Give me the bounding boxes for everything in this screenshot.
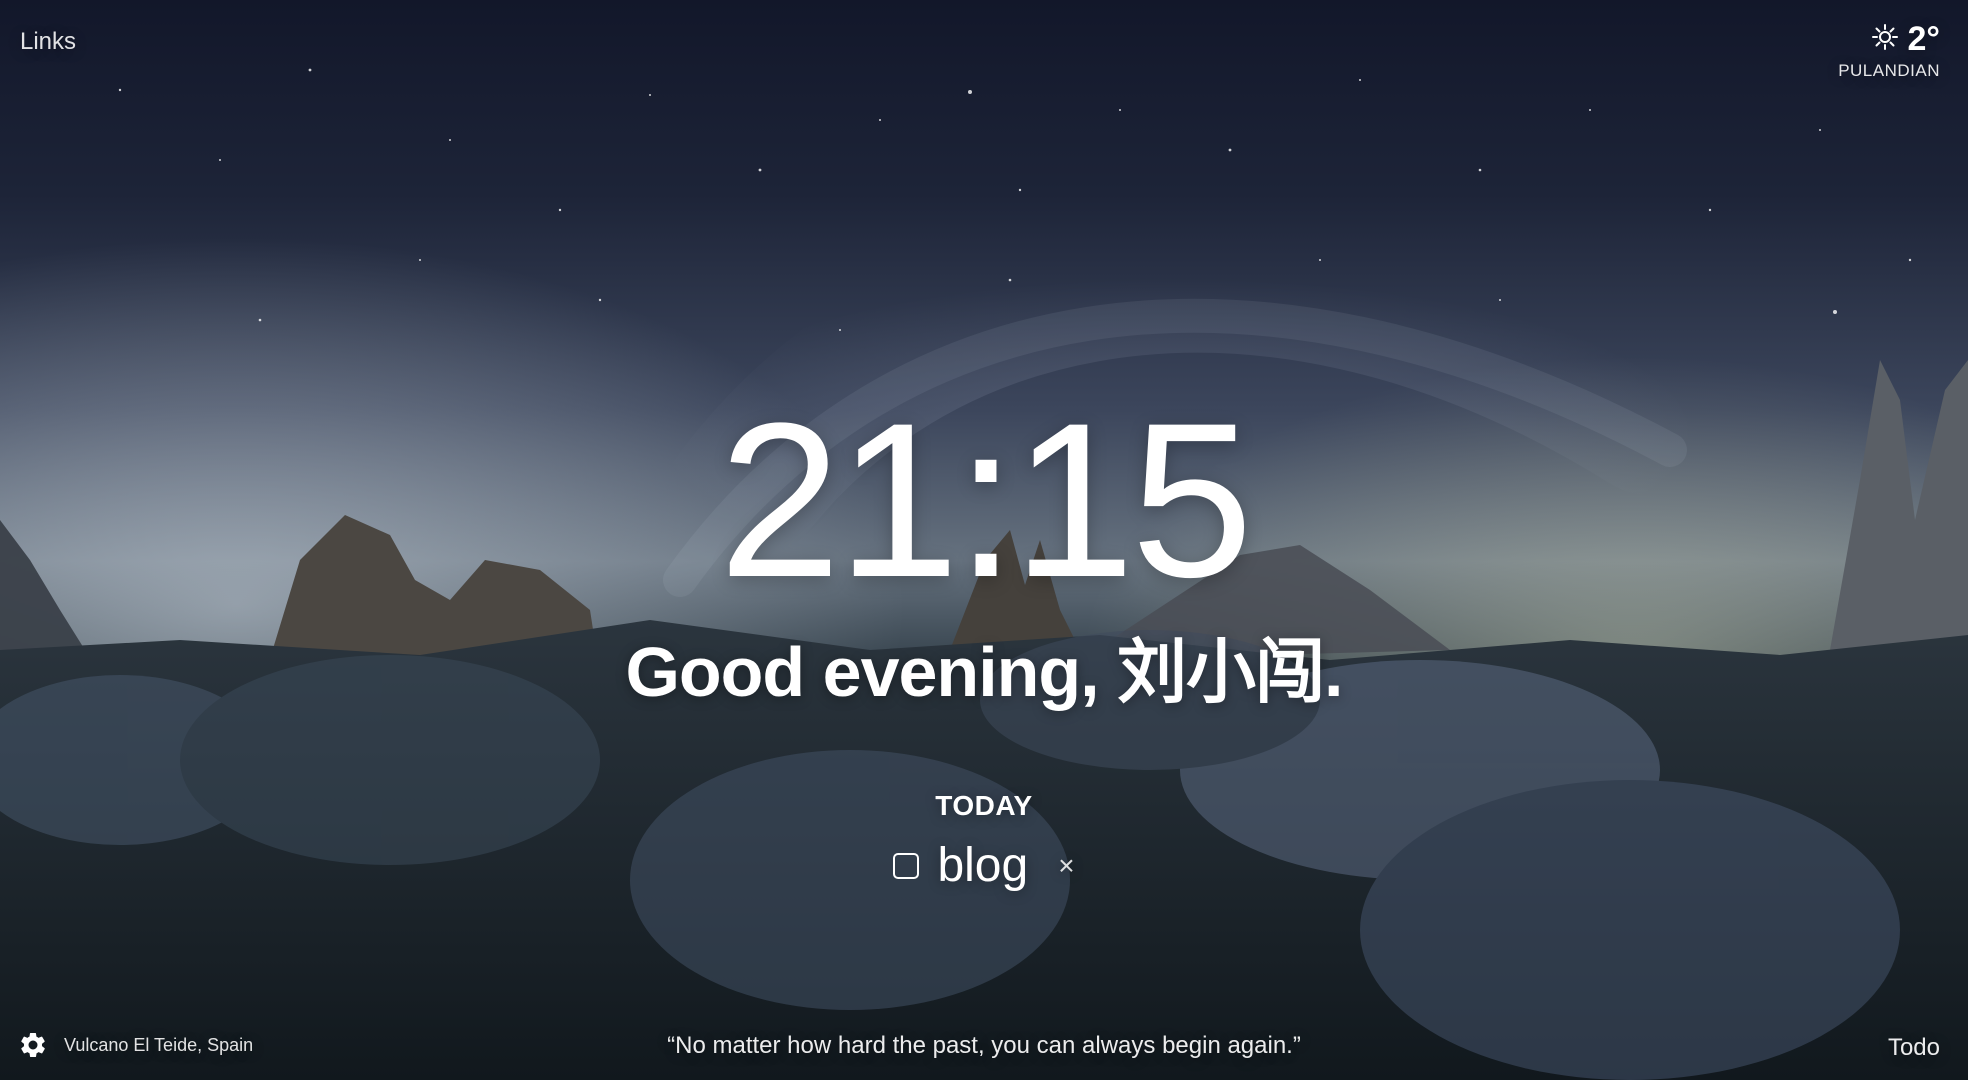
weather-location: PULANDIAN (1838, 61, 1940, 80)
temperature-value: 2° (1907, 20, 1940, 58)
focus-item-row: blog × (0, 838, 1968, 893)
sun-icon (1871, 23, 1899, 56)
weather-widget[interactable]: 2° PULANDIAN (1838, 20, 1940, 81)
weather-summary: 2° (1838, 20, 1940, 59)
daily-quote: “No matter how hard the past, you can al… (667, 1032, 1301, 1059)
focus-heading: TODAY (935, 790, 1033, 821)
todo-button[interactable]: Todo (1888, 1034, 1940, 1062)
new-tab-dashboard: Links 2° PULANDIAN 21:15 Good evening, 刘… (0, 0, 1968, 1080)
links-button[interactable]: Links (20, 28, 76, 56)
clock-time: 21:15 (718, 377, 1254, 623)
focus-item-text: blog (937, 839, 1029, 892)
greeting-text: Good evening, 刘小闯. (625, 633, 1343, 711)
focus-checkbox[interactable] (893, 852, 920, 879)
remove-focus-button[interactable]: × (1058, 850, 1074, 882)
